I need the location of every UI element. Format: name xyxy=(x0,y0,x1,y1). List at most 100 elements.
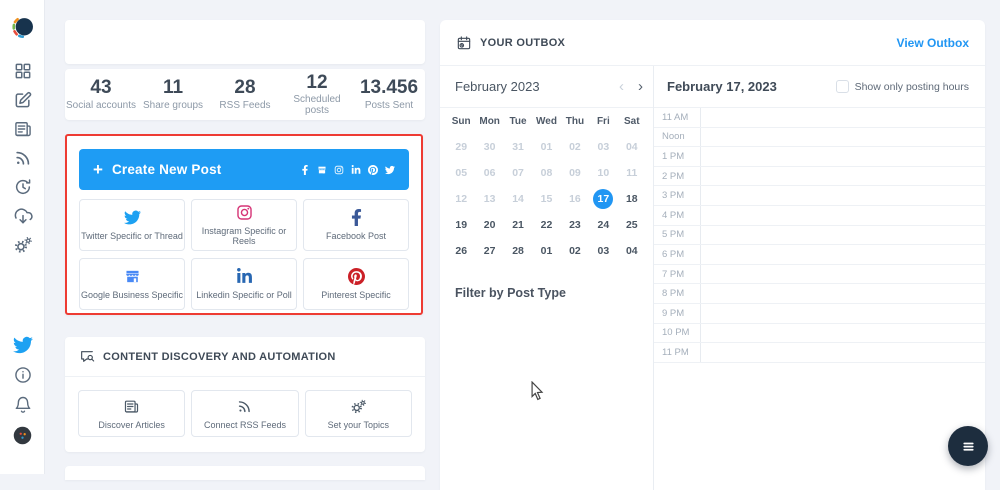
time-label: 3 PM xyxy=(654,186,701,205)
calendar-day[interactable]: 04 xyxy=(618,238,646,264)
calendar-day[interactable]: 04 xyxy=(618,134,646,160)
stat-rss-feeds: 28 RSS Feeds xyxy=(209,77,281,111)
calendar-day[interactable]: 24 xyxy=(589,212,617,238)
calendar-day[interactable]: 06 xyxy=(475,160,503,186)
calendar-day[interactable]: 19 xyxy=(447,212,475,238)
time-slot-3-pm[interactable] xyxy=(701,186,985,205)
google-business-icon xyxy=(317,165,327,175)
create-new-post-button[interactable]: + Create New Post xyxy=(79,149,409,190)
calendar-day[interactable]: 02 xyxy=(561,238,589,264)
calendar-day[interactable]: 23 xyxy=(561,212,589,238)
calendar-day[interactable]: 28 xyxy=(504,238,532,264)
post-type-instagram-specific-or-reels[interactable]: Instagram Specific or Reels xyxy=(191,199,297,251)
time-slot-11-pm[interactable] xyxy=(701,343,985,362)
floating-menu-button[interactable] xyxy=(948,426,988,466)
nav-dashboard[interactable] xyxy=(13,61,33,81)
calendar-day[interactable]: 07 xyxy=(504,160,532,186)
calendar-day[interactable]: 30 xyxy=(475,134,503,160)
show-posting-hours-checkbox[interactable] xyxy=(835,80,849,93)
calendar-day-names: Sun Mon Tue Wed Thu Fri Sat xyxy=(440,116,653,134)
calendar-day[interactable]: 29 xyxy=(447,134,475,160)
calendar-day[interactable]: 16 xyxy=(561,186,589,212)
mini-calendar-panel: February 2023 ‹ › Sun Mon Tue Wed Thu Fri Sat … xyxy=(440,66,654,490)
discovery-connect-rss-feeds[interactable]: Connect RSS Feeds xyxy=(191,390,299,437)
calendar-day[interactable]: 25 xyxy=(618,212,646,238)
instagram-icon xyxy=(236,204,253,221)
calendar-day[interactable]: 22 xyxy=(532,212,560,238)
calendar-day[interactable]: 14 xyxy=(504,186,532,212)
time-label: Noon xyxy=(654,127,701,147)
calendar-day[interactable]: 31 xyxy=(504,134,532,160)
calendar-day[interactable]: 12 xyxy=(447,186,475,212)
post-type-google-business-specific[interactable]: Google Business Specific xyxy=(79,258,185,310)
calendar-day[interactable]: 09 xyxy=(561,160,589,186)
time-label: 6 PM xyxy=(654,245,701,264)
nav-schedule[interactable] xyxy=(13,177,33,197)
nav-twitter-profile[interactable] xyxy=(12,335,33,355)
post-type-facebook-post[interactable]: Facebook Post xyxy=(303,199,409,251)
nav-settings[interactable] xyxy=(13,235,33,255)
post-type-linkedin-specific-or-poll[interactable]: Linkedin Specific or Poll xyxy=(191,258,297,310)
time-slot-7-pm[interactable] xyxy=(701,265,985,284)
calendar-day[interactable]: 13 xyxy=(475,186,503,212)
time-slot-10-pm[interactable] xyxy=(701,324,985,343)
calendar-day[interactable]: 21 xyxy=(504,212,532,238)
time-slot-5-pm[interactable] xyxy=(701,226,985,245)
time-slot-1-pm[interactable] xyxy=(701,147,985,166)
calendar-prev-button[interactable]: ‹ xyxy=(619,79,624,94)
calendar-day[interactable]: 08 xyxy=(532,160,560,186)
calendar-day[interactable]: 01 xyxy=(532,238,560,264)
mouse-cursor xyxy=(531,380,544,401)
calendar-day[interactable]: 11 xyxy=(618,160,646,186)
filter-by-post-type-label: Filter by Post Type xyxy=(455,286,566,300)
time-slot-9-pm[interactable] xyxy=(701,304,985,323)
time-slot-noon[interactable] xyxy=(701,128,985,147)
app-logo[interactable] xyxy=(10,14,36,40)
calendar-day[interactable]: 02 xyxy=(561,134,589,160)
calendar-week: 12 13 14 15 16 17 18 xyxy=(440,186,653,212)
calendar-day[interactable]: 05 xyxy=(447,160,475,186)
nav-rss-feeds[interactable] xyxy=(13,148,33,168)
time-row: 2 PM xyxy=(654,166,985,187)
calendar-day[interactable]: 03 xyxy=(589,134,617,160)
post-type-pinterest-specific[interactable]: Pinterest Specific xyxy=(303,258,409,310)
stat-label: Social accounts xyxy=(65,99,137,111)
nav-compose[interactable] xyxy=(13,90,33,110)
time-row: 10 PM xyxy=(654,323,985,344)
calendar-day[interactable]: 18 xyxy=(618,186,646,212)
content-discovery-title: CONTENT DISCOVERY AND AUTOMATION xyxy=(103,350,336,363)
calendar-week: 05 06 07 08 09 10 11 xyxy=(440,160,653,186)
calendar-day[interactable]: 27 xyxy=(475,238,503,264)
view-outbox-link[interactable]: View Outbox xyxy=(897,36,969,50)
calendar-day-selected[interactable]: 17 xyxy=(589,186,617,212)
day-name: Thu xyxy=(565,116,585,127)
post-type-twitter-specific-or-thread[interactable]: Twitter Specific or Thread xyxy=(79,199,185,251)
time-slot-4-pm[interactable] xyxy=(701,206,985,225)
calendar-next-button[interactable]: › xyxy=(638,79,643,94)
calendar-day[interactable]: 26 xyxy=(447,238,475,264)
nav-help[interactable] xyxy=(13,365,33,385)
discovery-set-your-topics[interactable]: Set your Topics xyxy=(304,390,412,437)
calendar-day[interactable]: 20 xyxy=(475,212,503,238)
tile-label: Discover Articles xyxy=(98,419,165,430)
pinterest-icon xyxy=(347,268,365,285)
time-slot-8-pm[interactable] xyxy=(701,284,985,303)
nav-import[interactable] xyxy=(13,206,33,226)
calendar-day[interactable]: 15 xyxy=(532,186,560,212)
content-discovery-card: CONTENT DISCOVERY AND AUTOMATION Discove… xyxy=(65,337,425,452)
time-slot-6-pm[interactable] xyxy=(701,245,985,264)
nav-notifications[interactable] xyxy=(13,395,33,415)
time-slot-2-pm[interactable] xyxy=(701,167,985,186)
time-slot-11-am[interactable] xyxy=(701,108,985,127)
day-name: Tue xyxy=(509,116,527,127)
user-avatar[interactable] xyxy=(12,425,33,446)
calendar-day[interactable]: 03 xyxy=(589,238,617,264)
nav-content[interactable] xyxy=(13,119,33,139)
time-label: 2 PM xyxy=(654,166,701,186)
calendar-week: 19 20 21 22 23 24 25 xyxy=(440,212,653,238)
calendar-day[interactable]: 10 xyxy=(589,160,617,186)
calendar-day[interactable]: 01 xyxy=(532,134,560,160)
schedule-header: February 17, 2023 Show only posting hour… xyxy=(654,66,985,108)
placeholder-card-bottom xyxy=(65,466,425,480)
discovery-discover-articles[interactable]: Discover Articles xyxy=(78,390,186,437)
